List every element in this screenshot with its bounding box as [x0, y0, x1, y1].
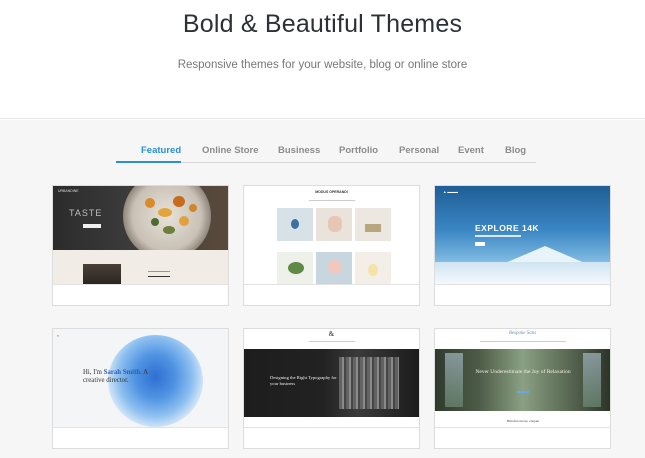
theme-card-botanical[interactable]: Bespoke Sans Never Underestimate the Joy…	[434, 328, 611, 449]
theme-preview-image: MODUS OPERANDI	[244, 186, 419, 284]
theme-preview-image: ◐ Hi, I'm Sarah Smith. A creative direct…	[53, 329, 228, 427]
theme-card-footer	[53, 427, 228, 448]
tab-portfolio[interactable]: Portfolio	[339, 145, 378, 156]
tab-personal[interactable]: Personal	[399, 145, 439, 156]
tab-event[interactable]: Event	[458, 145, 484, 156]
theme-preview-image: Bespoke Sans Never Underestimate the Joy…	[435, 329, 610, 427]
tab-blog[interactable]: Blog	[505, 145, 526, 156]
theme-card-footer	[435, 284, 610, 305]
theme-card-footer	[244, 284, 419, 305]
theme-card-minimal-grid[interactable]: MODUS OPERANDI	[243, 185, 420, 306]
theme-card-footer	[435, 427, 610, 448]
theme-preview-image: URBANDINE TASTE	[53, 186, 228, 284]
tab-business[interactable]: Business	[278, 145, 320, 156]
theme-card-footer	[53, 284, 228, 305]
tab-online-store[interactable]: Online Store	[202, 145, 258, 156]
theme-card-adventure[interactable]: ▲ ▬▬▬ EXPLORE 14K	[434, 185, 611, 306]
page-title: Bold & Beautiful Themes	[182, 10, 463, 38]
page-subtitle: Responsive themes for your website, blog…	[177, 59, 468, 71]
theme-card-portfolio[interactable]: ◐ Hi, I'm Sarah Smith. A creative direct…	[52, 328, 229, 449]
hero-section: Bold & Beautiful Themes Responsive theme…	[0, 0, 645, 119]
active-tab-indicator	[116, 161, 181, 163]
theme-card-footer	[244, 427, 419, 448]
category-tabs: Featured Online Store Business Portfolio…	[116, 145, 536, 163]
theme-card-restaurant[interactable]: URBANDINE TASTE	[52, 185, 229, 306]
theme-preview-image: ▲ ▬▬▬ EXPLORE 14K	[435, 186, 610, 284]
theme-preview-image: & Designing the Right Typography for you…	[244, 329, 419, 427]
tab-featured[interactable]: Featured	[141, 145, 181, 156]
theme-card-agency[interactable]: & Designing the Right Typography for you…	[243, 328, 420, 449]
